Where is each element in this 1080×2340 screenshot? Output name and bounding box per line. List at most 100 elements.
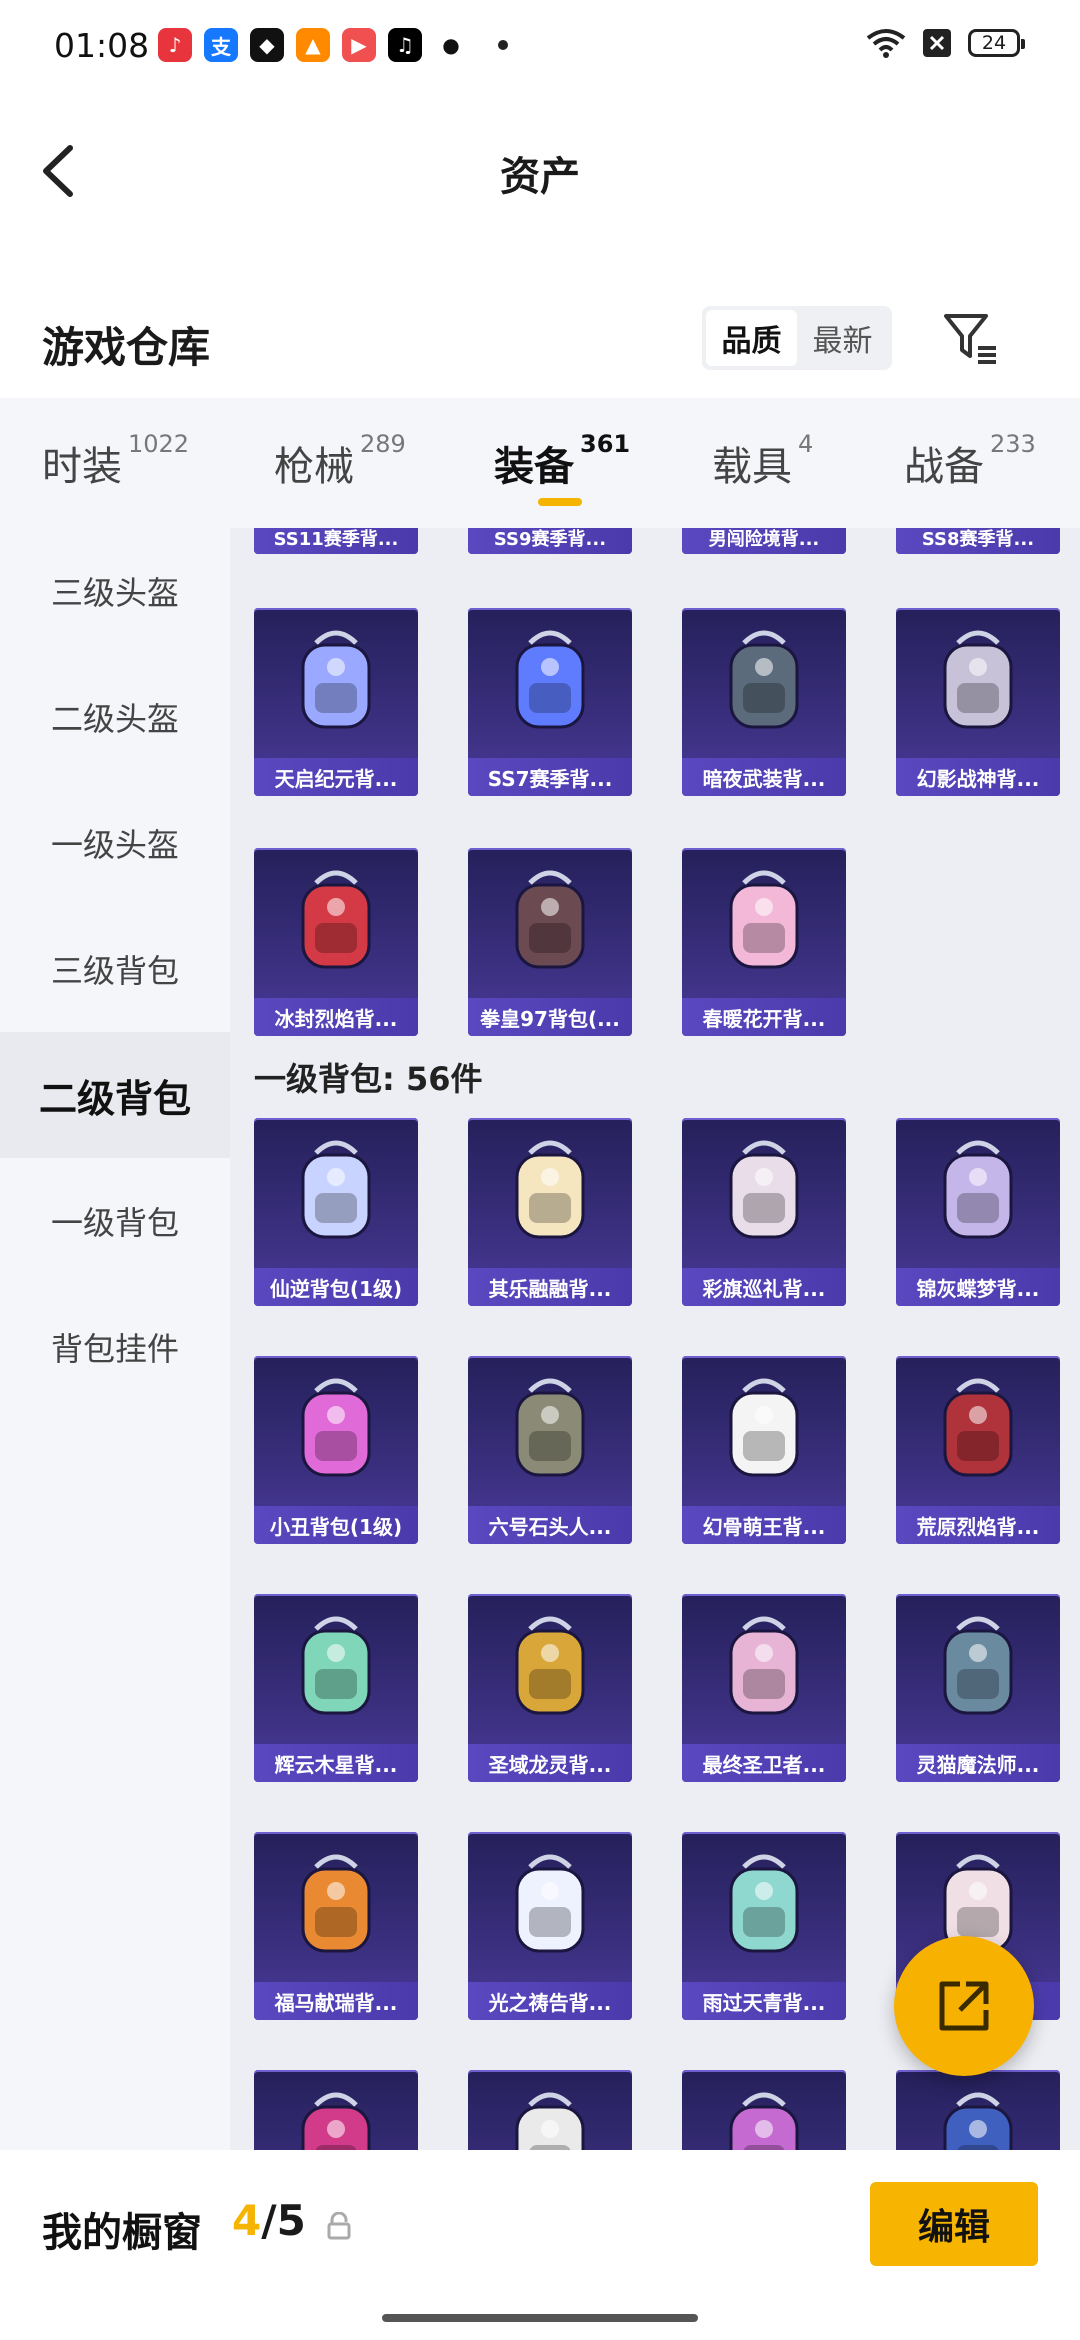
item-card[interactable]: SS9赛季背...	[468, 528, 632, 554]
item-card-label: 六号石头人...	[468, 1506, 632, 1544]
section-title-level1: 一级背包: 56件	[254, 1060, 483, 1098]
tiktok-app-icon: ♫	[388, 28, 422, 62]
item-card[interactable]: 暗夜武装背...	[682, 608, 846, 796]
battery-icon: 24	[968, 29, 1025, 57]
filter-icon[interactable]	[940, 308, 1000, 368]
item-card[interactable]: 最终圣卫者...	[682, 1594, 846, 1782]
item-card[interactable]: 福马献瑞背...	[254, 1832, 418, 2020]
sort-toggle: 品质 最新	[702, 306, 892, 370]
item-card[interactable]	[468, 2070, 632, 2150]
item-card[interactable]: 圣域龙灵背...	[468, 1594, 632, 1782]
shopping-app-icon: ▲	[296, 28, 330, 62]
backpack-icon	[468, 1356, 632, 1506]
item-card[interactable]: 辉云木星背...	[254, 1594, 418, 1782]
sidebar-item-backpack-2[interactable]: 二级背包	[0, 1032, 230, 1158]
item-card-label: 福马献瑞背...	[254, 1982, 418, 2020]
sort-quality-button[interactable]: 品质	[706, 310, 797, 366]
item-card-label: 最终圣卫者...	[682, 1744, 846, 1782]
tab-fashion[interactable]: 时装 1022	[42, 430, 189, 492]
status-right: 24	[866, 28, 1025, 58]
sidebar-item-backpack-1[interactable]: 一级背包	[0, 1158, 230, 1284]
item-card[interactable]: 男闯险境背...	[682, 528, 846, 554]
item-card[interactable]: SS11赛季背...	[254, 528, 418, 554]
item-card[interactable]: SS8赛季背...	[896, 528, 1060, 554]
tab-count: 4	[798, 430, 814, 458]
item-card[interactable]: 六号石头人...	[468, 1356, 632, 1544]
lock-icon	[327, 2212, 351, 2240]
item-card-label: 锦灰蝶梦背...	[896, 1268, 1060, 1306]
backpack-icon	[254, 1356, 418, 1506]
item-card-label: 其乐融融背...	[468, 1268, 632, 1306]
sort-newest-button[interactable]: 最新	[797, 310, 888, 366]
item-card-label: 暗夜武装背...	[682, 758, 846, 796]
item-card[interactable]: 锦灰蝶梦背...	[896, 1118, 1060, 1306]
nav-bar: 资产	[0, 96, 1080, 246]
item-card-label: 幻骨萌王背...	[682, 1506, 846, 1544]
item-card[interactable]: SS7赛季背...	[468, 608, 632, 796]
wifi-icon	[866, 29, 906, 58]
item-card[interactable]: 幻影战神背...	[896, 608, 1060, 796]
game-app-icon: ◆	[250, 28, 284, 62]
showcase-separator: /	[261, 2196, 277, 2245]
bottom-bar: 我的橱窗 4/5 编辑	[0, 2150, 1080, 2340]
backpack-icon	[682, 1594, 846, 1744]
item-card-label: 雨过天青背...	[682, 1982, 846, 2020]
edit-button[interactable]: 编辑	[870, 2182, 1038, 2266]
no-sim-icon	[923, 29, 951, 57]
status-time: 01:08	[54, 26, 150, 65]
backpack-icon	[896, 1118, 1060, 1268]
tab-count: 289	[360, 430, 406, 458]
item-card[interactable]: 光之祷告背...	[468, 1832, 632, 2020]
sidebar-item-backpack-pendant[interactable]: 背包挂件	[0, 1284, 230, 1410]
item-card[interactable]: 春暖花开背...	[682, 848, 846, 1036]
more-notifications-icon	[498, 40, 508, 50]
sidebar-item-backpack-3[interactable]: 三级背包	[0, 906, 230, 1032]
home-indicator	[382, 2314, 698, 2322]
item-card[interactable]: 雨过天青背...	[682, 1832, 846, 2020]
item-card[interactable]: 冰封烈焰背...	[254, 848, 418, 1036]
item-card[interactable]: 仙逆背包(1级)	[254, 1118, 418, 1306]
item-card-label: SS11赛季背...	[254, 528, 418, 554]
item-card[interactable]: 其乐融融背...	[468, 1118, 632, 1306]
tab-label: 装备	[494, 444, 574, 490]
tab-supplies[interactable]: 战备 233	[904, 430, 1036, 492]
wechat-app-icon: ●	[434, 28, 468, 62]
item-card[interactable]: 天启纪元背...	[254, 608, 418, 796]
item-card[interactable]: 荒原烈焰背...	[896, 1356, 1060, 1544]
page-title: 资产	[500, 154, 580, 200]
tab-label: 载具	[712, 444, 792, 490]
alipay-app-icon: 支	[204, 28, 238, 62]
backpack-icon	[682, 1832, 846, 1982]
item-card-label: 天启纪元背...	[254, 758, 418, 796]
item-card[interactable]: 小丑背包(1级)	[254, 1356, 418, 1544]
tab-label: 时装	[42, 444, 122, 490]
item-card-label: 男闯险境背...	[682, 528, 846, 554]
tab-label: 枪械	[274, 444, 354, 490]
item-card[interactable]: 幻骨萌王背...	[682, 1356, 846, 1544]
item-card[interactable]: 彩旗巡礼背...	[682, 1118, 846, 1306]
item-card[interactable]	[682, 2070, 846, 2150]
item-card[interactable]	[896, 2070, 1060, 2150]
item-card-label: 灵猫魔法师...	[896, 1744, 1060, 1782]
tab-vehicles[interactable]: 载具 4	[712, 430, 813, 492]
item-card[interactable]: 灵猫魔法师...	[896, 1594, 1060, 1782]
share-button[interactable]	[894, 1936, 1034, 2076]
item-card[interactable]: 拳皇97背包(...	[468, 848, 632, 1036]
tab-count: 361	[580, 430, 631, 458]
item-card-label: SS8赛季背...	[896, 528, 1060, 554]
item-card-label: SS7赛季背...	[468, 758, 632, 796]
backpack-icon	[682, 1118, 846, 1268]
backpack-icon	[468, 1832, 632, 1982]
backpack-icon	[682, 2070, 846, 2150]
sidebar-item-helmet-1[interactable]: 一级头盔	[0, 780, 230, 906]
item-card-label: 春暖花开背...	[682, 998, 846, 1036]
sidebar-item-helmet-2[interactable]: 二级头盔	[0, 654, 230, 780]
music-app-icon: ♪	[158, 28, 192, 62]
sidebar: 三级头盔 二级头盔 一级头盔 三级背包 二级背包 一级背包 背包挂件	[0, 528, 230, 2150]
sidebar-item-helmet-3[interactable]: 三级头盔	[0, 528, 230, 654]
item-card-label: 幻影战神背...	[896, 758, 1060, 796]
item-card[interactable]	[254, 2070, 418, 2150]
tab-equipment[interactable]: 装备 361	[494, 430, 630, 492]
tab-count: 233	[990, 430, 1036, 458]
tab-guns[interactable]: 枪械 289	[274, 430, 406, 492]
